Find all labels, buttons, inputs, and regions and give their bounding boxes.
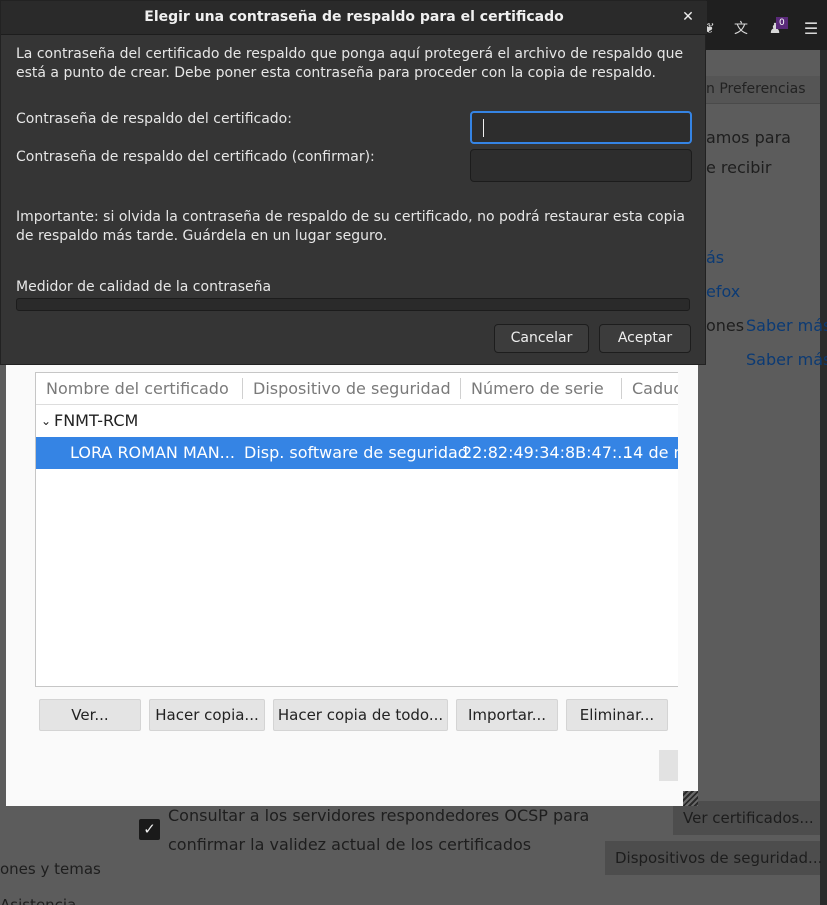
certificate-table: Nombre del certificado Dispositivo de se…	[35, 372, 678, 687]
password-quality-meter	[16, 298, 690, 311]
bg-text-2: e recibir	[706, 158, 772, 177]
delete-button[interactable]: Eliminar...	[566, 699, 668, 731]
ocsp-label-1: Consultar a los servidores respondedores…	[168, 806, 590, 825]
resize-grip[interactable]	[683, 791, 698, 806]
view-certificates-button[interactable]: Ver certificados...	[673, 801, 820, 835]
table-header: Nombre del certificado Dispositivo de se…	[36, 373, 678, 405]
table-row-group[interactable]: ⌄ FNMT-RCM	[36, 405, 678, 437]
dialog-title: Elegir una contraseña de respaldo para e…	[1, 1, 707, 35]
notification-badge: 0	[776, 17, 788, 29]
cell-name: LORA ROMAN MAN...	[70, 443, 235, 462]
password-label: Contraseña de respaldo del certificado:	[16, 111, 292, 127]
backup-password-dialog: Elegir una contraseña de respaldo para e…	[0, 0, 707, 365]
translate-icon[interactable]: 文	[732, 20, 750, 38]
security-devices-button[interactable]: Dispositivos de seguridad...	[605, 841, 822, 875]
column-header-expires[interactable]: Caduca	[622, 373, 678, 405]
cell-device: Disp. software de seguridad	[244, 443, 468, 462]
cell-expires: 14 de no	[623, 443, 678, 462]
cell-serial: 22:82:49:34:8B:47:...	[462, 443, 633, 462]
preferences-tab[interactable]: n Preferencias	[706, 76, 820, 104]
learn-more-link-2[interactable]: Saber más	[746, 350, 827, 369]
column-header-serial[interactable]: Número de serie	[461, 373, 604, 405]
ok-button-partial[interactable]	[659, 750, 678, 781]
bg-text-1: amos para	[706, 128, 791, 147]
view-button[interactable]: Ver...	[39, 699, 141, 731]
confirm-password-input[interactable]	[470, 149, 692, 182]
text-caret	[483, 119, 484, 137]
warning-text: Importante: si olvida la contraseña de r…	[16, 209, 685, 244]
sidebar-item-extensions[interactable]: ones y temas	[0, 860, 101, 878]
close-icon[interactable]: ✕	[679, 7, 697, 27]
bg-text-3: ones	[706, 316, 745, 335]
hamburger-menu-icon[interactable]: ☰	[802, 20, 820, 38]
group-name: FNMT-RCM	[54, 411, 139, 430]
cancel-button[interactable]: Cancelar	[494, 324, 589, 353]
confirm-password-label: Contraseña de respaldo del certificado (…	[16, 149, 375, 165]
ocsp-checkbox[interactable]: ✓	[139, 819, 160, 840]
column-header-device[interactable]: Dispositivo de seguridad	[243, 373, 451, 405]
chevron-down-icon[interactable]: ⌄	[41, 405, 51, 437]
column-header-name[interactable]: Nombre del certificado	[36, 373, 229, 405]
password-input[interactable]	[470, 111, 692, 144]
backup-all-button[interactable]: Hacer copia de todo...	[273, 699, 448, 731]
table-row[interactable]: LORA ROMAN MAN... Disp. software de segu…	[36, 437, 678, 469]
browser-toolbar: ❦ 文 ♟ 0 ☰	[690, 0, 827, 50]
bg-link-1[interactable]: ás	[706, 248, 724, 267]
backup-button[interactable]: Hacer copia...	[149, 699, 265, 731]
scrollbar[interactable]	[820, 50, 827, 905]
ocsp-label-2: confirmar la validez actual de los certi…	[168, 835, 532, 854]
dialog-intro: La contraseña del certificado de respald…	[16, 46, 684, 81]
quality-meter-label: Medidor de calidad de la contraseña	[16, 279, 272, 295]
import-button[interactable]: Importar...	[456, 699, 558, 731]
sidebar-item-support[interactable]: Asistencia	[0, 896, 76, 905]
accept-button[interactable]: Aceptar	[599, 324, 691, 353]
learn-more-link-1[interactable]: Saber más	[746, 316, 827, 335]
bg-link-2[interactable]: efox	[706, 282, 740, 301]
